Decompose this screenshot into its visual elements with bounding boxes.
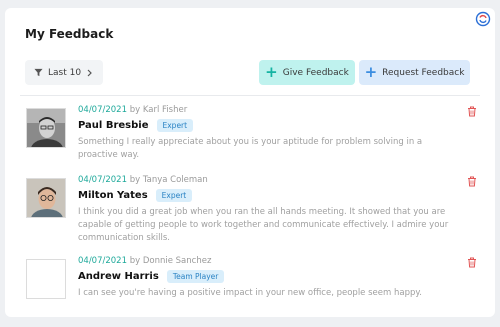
recipient-name: Andrew Harris bbox=[78, 271, 159, 282]
filter-button[interactable]: Last 10 bbox=[25, 60, 104, 85]
feedback-message: I can see you're having a positive impac… bbox=[78, 288, 422, 298]
sync-icon[interactable] bbox=[475, 11, 491, 27]
feedback-author: Tanya Coleman bbox=[142, 175, 208, 185]
skill-tag: Expert bbox=[156, 119, 194, 132]
plus-icon: + bbox=[265, 62, 278, 81]
request-feedback-label: Request Feedback bbox=[382, 67, 465, 78]
by-label: by bbox=[129, 105, 141, 115]
avatar bbox=[26, 178, 66, 218]
by-label: by bbox=[129, 256, 141, 266]
give-feedback-button[interactable]: + Give Feedback bbox=[259, 60, 355, 85]
recipient-name: Milton Yates bbox=[78, 190, 148, 201]
trash-icon[interactable] bbox=[467, 176, 477, 187]
avatar bbox=[26, 259, 66, 299]
avatar bbox=[26, 108, 66, 148]
filter-label: Last 10 bbox=[48, 67, 82, 78]
feedback-message: Something I really appreciate about you … bbox=[78, 137, 423, 160]
feedback-author: Donnie Sanchez bbox=[142, 256, 212, 266]
recipient-name: Paul Bresbie bbox=[78, 120, 149, 131]
trash-icon[interactable] bbox=[467, 257, 477, 268]
feedback-message: I think you did a great job when you ran… bbox=[78, 207, 449, 243]
skill-tag: Team Player bbox=[166, 270, 225, 283]
feedback-date: 04/07/2021 bbox=[78, 256, 127, 266]
request-feedback-button[interactable]: + Request Feedback bbox=[359, 60, 470, 85]
page-title: My Feedback bbox=[25, 27, 114, 41]
by-label: by bbox=[129, 175, 141, 185]
feedback-date: 04/07/2021 bbox=[78, 175, 127, 185]
feedback-card: My Feedback Last 10 + Give Feedback + Re… bbox=[5, 8, 495, 317]
divider bbox=[20, 95, 480, 96]
filter-icon bbox=[34, 68, 43, 77]
chevron-right-icon bbox=[87, 69, 92, 76]
trash-icon[interactable] bbox=[467, 106, 477, 117]
plus-icon: + bbox=[364, 62, 378, 81]
give-feedback-label: Give Feedback bbox=[282, 67, 349, 78]
skill-tag: Expert bbox=[155, 189, 193, 202]
feedback-date: 04/07/2021 bbox=[78, 105, 127, 115]
feedback-author: Karl Fisher bbox=[142, 105, 188, 115]
